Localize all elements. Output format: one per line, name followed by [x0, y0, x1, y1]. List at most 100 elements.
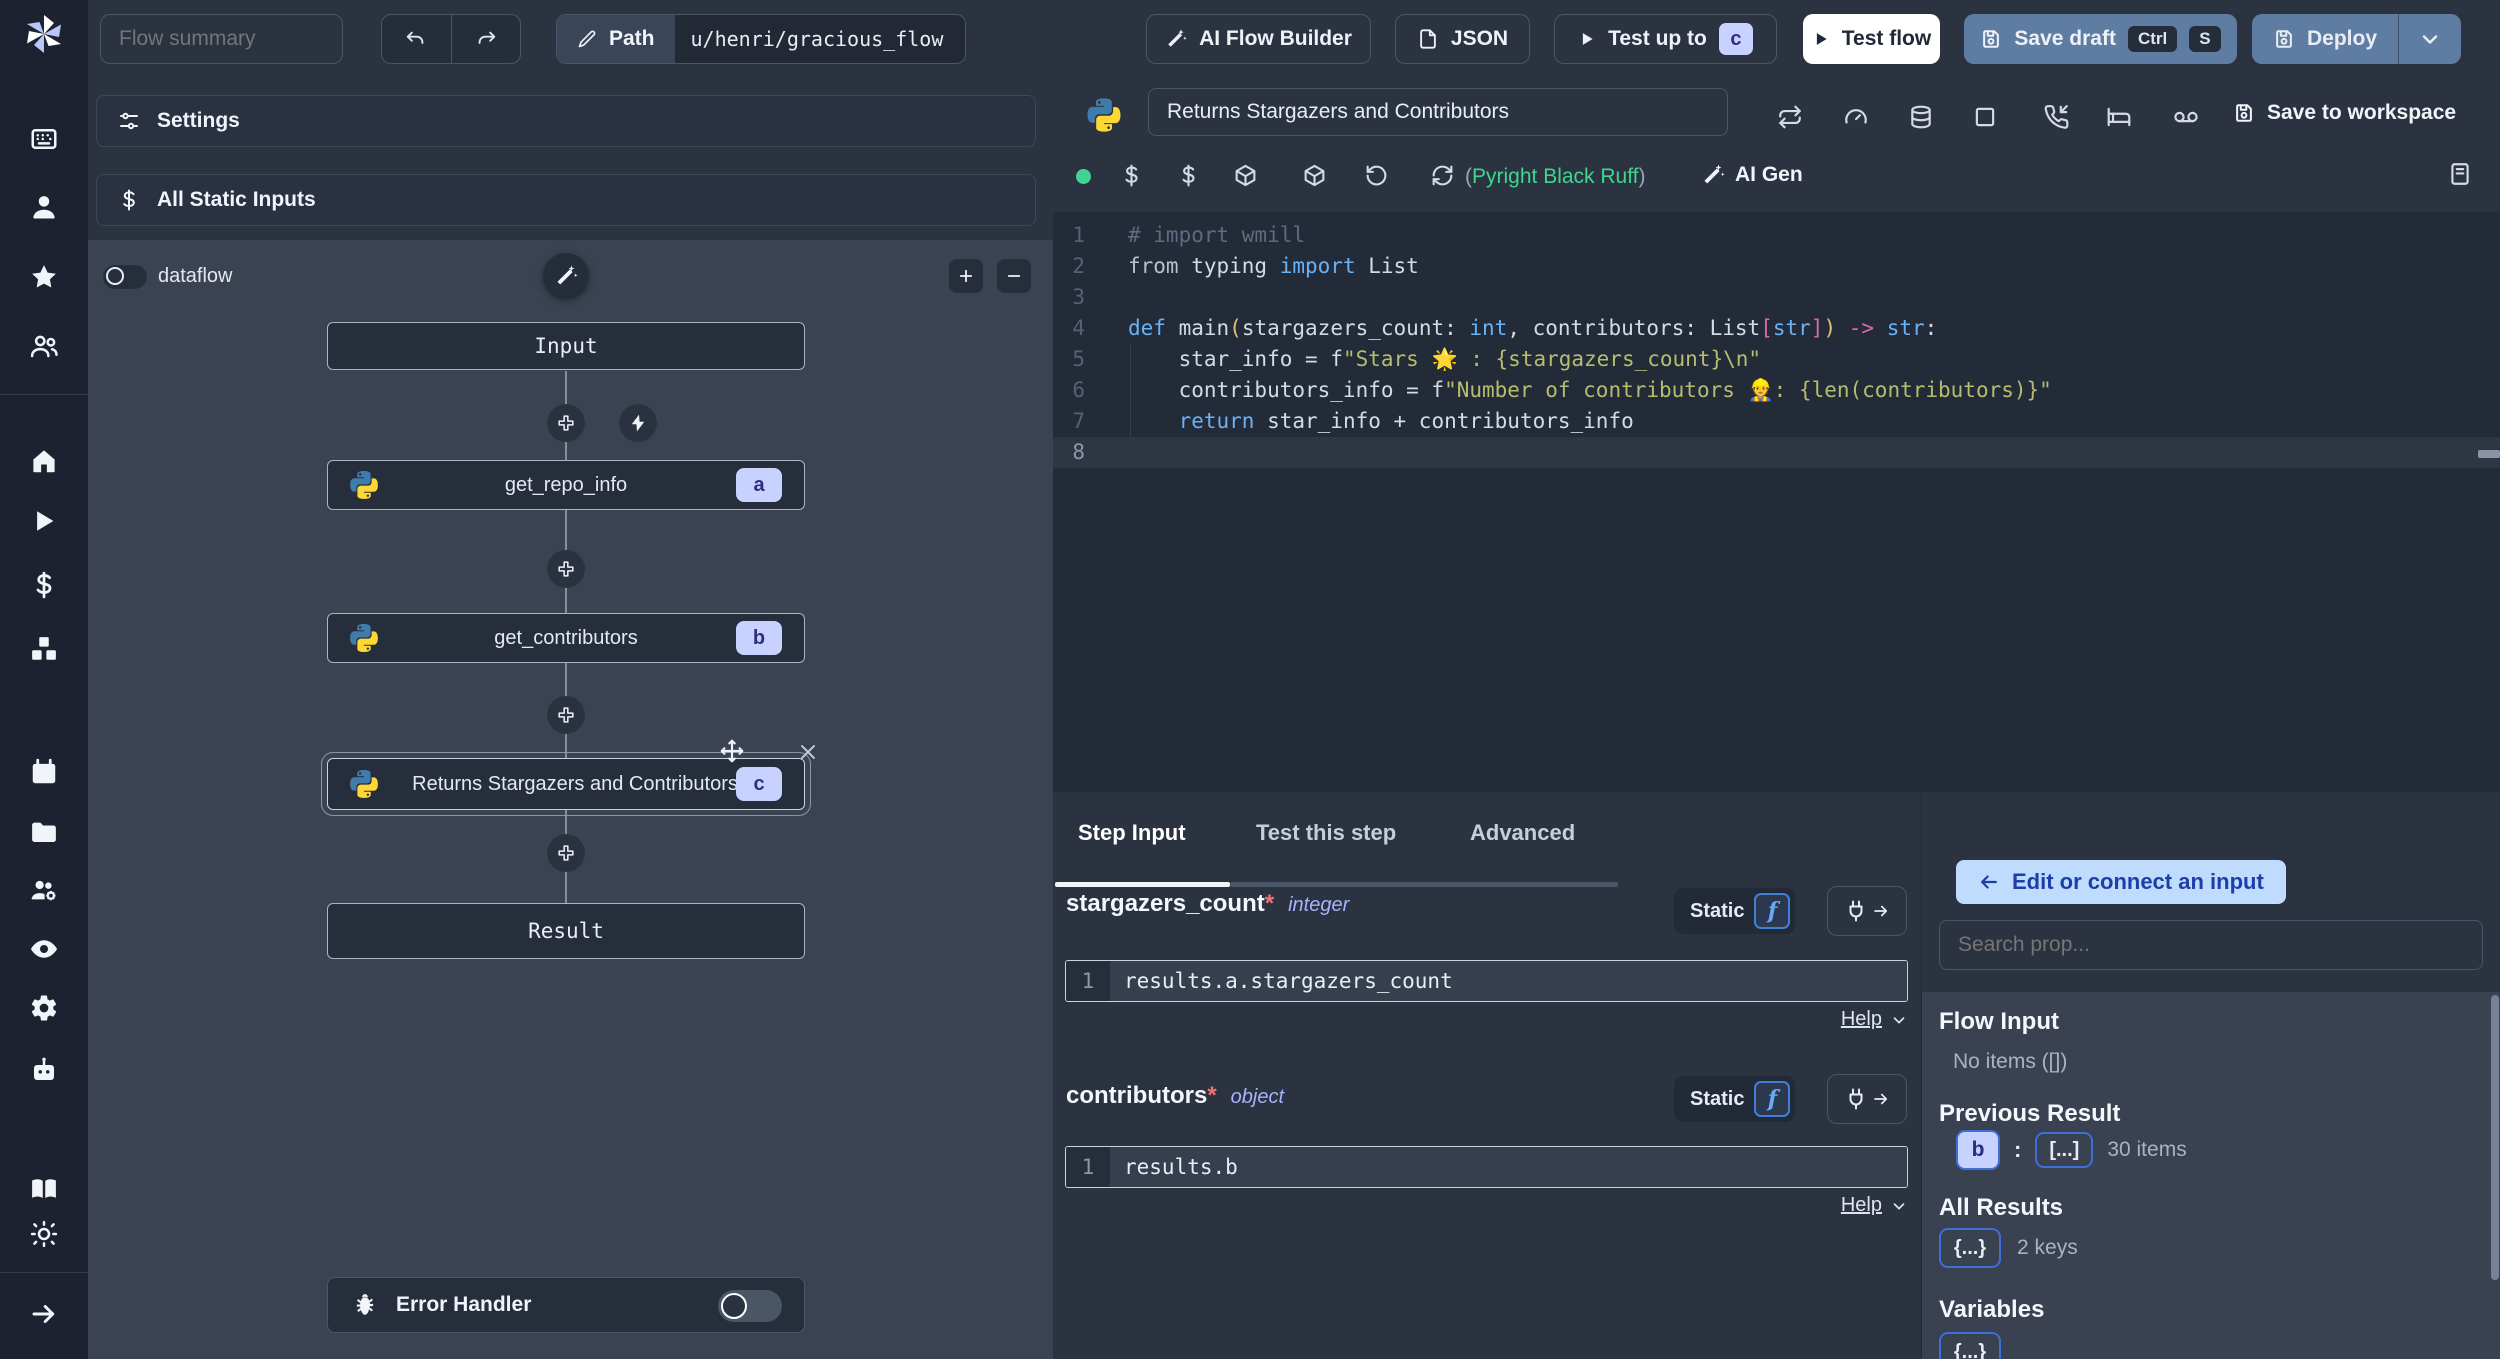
code-line-3[interactable]: 3 — [1053, 282, 2500, 313]
redo-button[interactable] — [452, 15, 521, 63]
resource-dollar-icon[interactable] — [1176, 163, 1201, 188]
windmill-logo-icon[interactable] — [20, 10, 68, 54]
variable-dollar-icon[interactable] — [1119, 163, 1144, 188]
settings-button[interactable]: Settings — [96, 95, 1036, 147]
path-input[interactable] — [674, 15, 965, 63]
sidebar-users-cog-icon[interactable] — [29, 875, 59, 905]
sidebar-users-icon[interactable] — [29, 331, 59, 361]
sidebar-home-icon[interactable] — [29, 446, 59, 476]
json-button[interactable]: JSON — [1395, 14, 1530, 64]
code-line-4[interactable]: 4 def main(stargazers_count: int, contrib… — [1053, 313, 2500, 344]
error-handler-node[interactable]: Error Handler — [327, 1277, 805, 1333]
sidebar-folder-icon[interactable] — [29, 817, 59, 847]
search-prop-input[interactable] — [1939, 920, 2483, 970]
field-stargazers-help-link[interactable]: Help — [1773, 1008, 1908, 1031]
sidebar-bot-icon[interactable] — [29, 1055, 59, 1085]
code-line-1[interactable]: 1 # import wmill — [1053, 220, 2500, 251]
zoom-in-button[interactable] — [949, 259, 983, 293]
script-library-icon[interactable] — [2447, 161, 2473, 187]
suspend-phone-incoming-icon[interactable] — [2044, 104, 2070, 130]
history-rotate-ccw-icon[interactable] — [1364, 163, 1389, 188]
sidebar-cubes-icon[interactable] — [29, 634, 59, 664]
deploy-button[interactable]: Deploy — [2252, 14, 2398, 64]
edit-or-connect-button[interactable]: Edit or connect an input — [1956, 860, 2286, 904]
code-line-2[interactable]: 2 from typing import List — [1053, 251, 2500, 282]
tab-test-this-step[interactable]: Test this step — [1256, 820, 1396, 846]
field-stargazers-mode-toggle[interactable]: Static f — [1674, 888, 1796, 934]
sidebar-arrow-right-icon[interactable] — [29, 1299, 59, 1329]
flow-step-node-c-selected[interactable]: Returns Stargazers and Contributors c — [321, 752, 811, 816]
dataflow-toggle[interactable] — [102, 264, 148, 290]
early-stop-icon[interactable] — [1972, 104, 1998, 130]
step-title-input[interactable] — [1148, 88, 1728, 136]
field-contributors-connect-button[interactable] — [1827, 1074, 1907, 1124]
all-results-expand-badge[interactable]: {...} — [1939, 1228, 2001, 1268]
add-trigger-button[interactable] — [619, 404, 657, 442]
field-contributors-help-link[interactable]: Help — [1773, 1194, 1908, 1217]
sidebar-settings-icon[interactable] — [29, 993, 59, 1023]
refresh-lint-icon[interactable] — [1430, 163, 1455, 188]
function-mode-icon[interactable]: f — [1754, 1081, 1791, 1117]
sidebar-user-icon[interactable] — [29, 192, 59, 222]
add-step-button-1[interactable] — [547, 404, 585, 442]
test-up-to-button[interactable]: Test up to c — [1554, 14, 1777, 64]
flow-input-node[interactable]: Input — [327, 322, 805, 370]
assistant-status-dot — [1076, 169, 1091, 184]
sidebar-play-icon[interactable] — [29, 506, 59, 536]
variables-expand-badge[interactable]: {...} — [1939, 1332, 2001, 1359]
delete-step-icon[interactable] — [797, 741, 819, 763]
sleep-bed-icon[interactable] — [2106, 104, 2132, 130]
error-handler-toggle[interactable] — [718, 1290, 782, 1322]
add-step-button-3[interactable] — [547, 696, 585, 734]
sidebar-dollar-icon[interactable] — [29, 570, 59, 600]
function-mode-icon[interactable]: f — [1754, 893, 1791, 929]
package-install-icon[interactable] — [1302, 163, 1327, 188]
test-flow-button[interactable]: Test flow — [1803, 14, 1940, 64]
sidebar-eye-icon[interactable] — [29, 934, 59, 964]
code-line-5[interactable]: 5 star_info = f"Stars 🌟 : {stargazers_co… — [1053, 344, 2500, 375]
code-line-7[interactable]: 7 return star_info + contributors_info — [1053, 406, 2500, 437]
flow-summary-input[interactable] — [100, 14, 343, 64]
all-static-inputs-button[interactable]: All Static Inputs — [96, 174, 1036, 226]
path-edit-button[interactable]: Path — [557, 15, 675, 63]
previous-result-expand-badge[interactable]: [...] — [2035, 1132, 2094, 1168]
retry-icon[interactable] — [1777, 104, 1803, 130]
undo-button[interactable] — [382, 15, 452, 63]
code-line-6[interactable]: 6 contributors_info = f"Number of contri… — [1053, 375, 2500, 406]
tab-advanced[interactable]: Advanced — [1470, 820, 1575, 846]
sidebar-star-icon[interactable] — [29, 262, 59, 292]
field-stargazers-expression-editor[interactable]: 1 results.a.stargazers_count — [1065, 960, 1908, 1002]
flow-result-node[interactable]: Result — [327, 903, 805, 959]
add-step-button-2[interactable] — [547, 550, 585, 588]
mock-voicemail-icon[interactable] — [2173, 104, 2199, 130]
tab-step-input[interactable]: Step Input — [1078, 820, 1186, 846]
ai-gen-button[interactable]: AI Gen — [1701, 163, 1803, 187]
move-step-handle[interactable] — [719, 738, 745, 764]
ai-flow-builder-label: AI Flow Builder — [1199, 27, 1352, 50]
add-step-button-4[interactable] — [547, 834, 585, 872]
all-static-inputs-label: All Static Inputs — [157, 188, 316, 211]
code-line-8[interactable]: 8 — [1053, 437, 2500, 468]
save-to-workspace-button[interactable]: Save to workspace — [2233, 101, 2456, 125]
ai-wand-button[interactable] — [543, 253, 589, 299]
flow-step-node-a[interactable]: get_repo_info a — [327, 460, 805, 510]
field-contributors-expression-editor[interactable]: 1 results.b — [1065, 1146, 1908, 1188]
deploy-more-button[interactable] — [2398, 14, 2461, 64]
field-contributors-mode-toggle[interactable]: Static f — [1674, 1076, 1796, 1122]
sidebar-sun-icon[interactable] — [29, 1219, 59, 1249]
sidebar-app-window-icon[interactable] — [29, 124, 59, 154]
previous-result-key-badge[interactable]: b — [1956, 1130, 2000, 1170]
windmill-flow-editor: Path AI Flow Builder JSON Test up to c T… — [0, 0, 2500, 1359]
field-stargazers-connect-button[interactable] — [1827, 886, 1907, 936]
cache-database-icon[interactable] — [1908, 104, 1934, 130]
zoom-out-button[interactable] — [997, 259, 1031, 293]
code-editor[interactable]: 1 # import wmill 2 from typing import List 3… — [1053, 212, 2500, 792]
save-draft-button[interactable]: Save draft Ctrl S — [1964, 14, 2237, 64]
sidebar-book-open-icon[interactable] — [29, 1174, 59, 1204]
package-icon[interactable] — [1233, 163, 1258, 188]
sidebar-calendar-icon[interactable] — [29, 757, 59, 787]
flow-step-node-b[interactable]: get_contributors b — [327, 613, 805, 663]
gauge-timeout-icon[interactable] — [1843, 104, 1869, 130]
ai-flow-builder-button[interactable]: AI Flow Builder — [1146, 14, 1371, 64]
right-panel-scrollbar[interactable] — [2491, 995, 2499, 1280]
